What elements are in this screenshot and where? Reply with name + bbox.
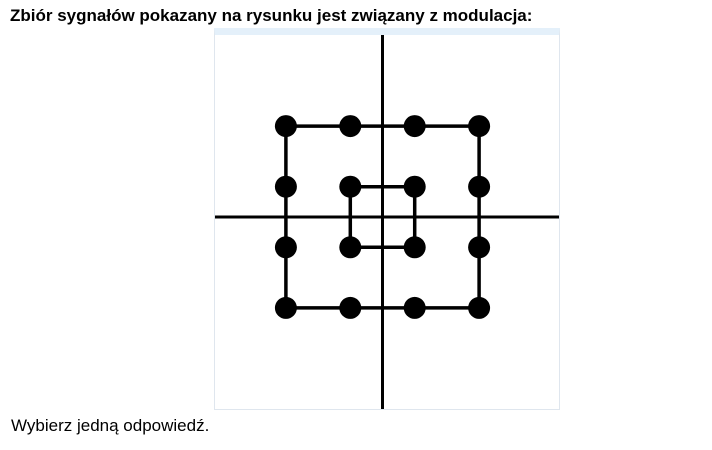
constellation-point-13 (274, 296, 297, 319)
constellation-point-7 (403, 175, 426, 198)
constellation-figure (214, 28, 560, 410)
constellation-point-15 (403, 296, 426, 319)
constellation-point-16 (468, 296, 491, 319)
constellation-point-8 (468, 175, 491, 198)
constellation-point-2 (339, 115, 362, 138)
constellation-point-3 (403, 115, 426, 138)
constellation-point-10 (339, 236, 362, 259)
constellation-point-4 (468, 115, 491, 138)
instruction-text: Wybierz jedną odpowiedź. (11, 416, 210, 435)
constellation-point-14 (339, 296, 362, 319)
question-title: Zbiór sygnałów pokazany na rysunku jest … (10, 6, 533, 25)
constellation-point-9 (274, 236, 297, 259)
constellation-point-5 (274, 175, 297, 198)
constellation-point-12 (468, 236, 491, 259)
constellation-point-11 (403, 236, 426, 259)
constellation-point-1 (274, 115, 297, 138)
constellation-diagram (215, 35, 559, 409)
constellation-point-6 (339, 175, 362, 198)
